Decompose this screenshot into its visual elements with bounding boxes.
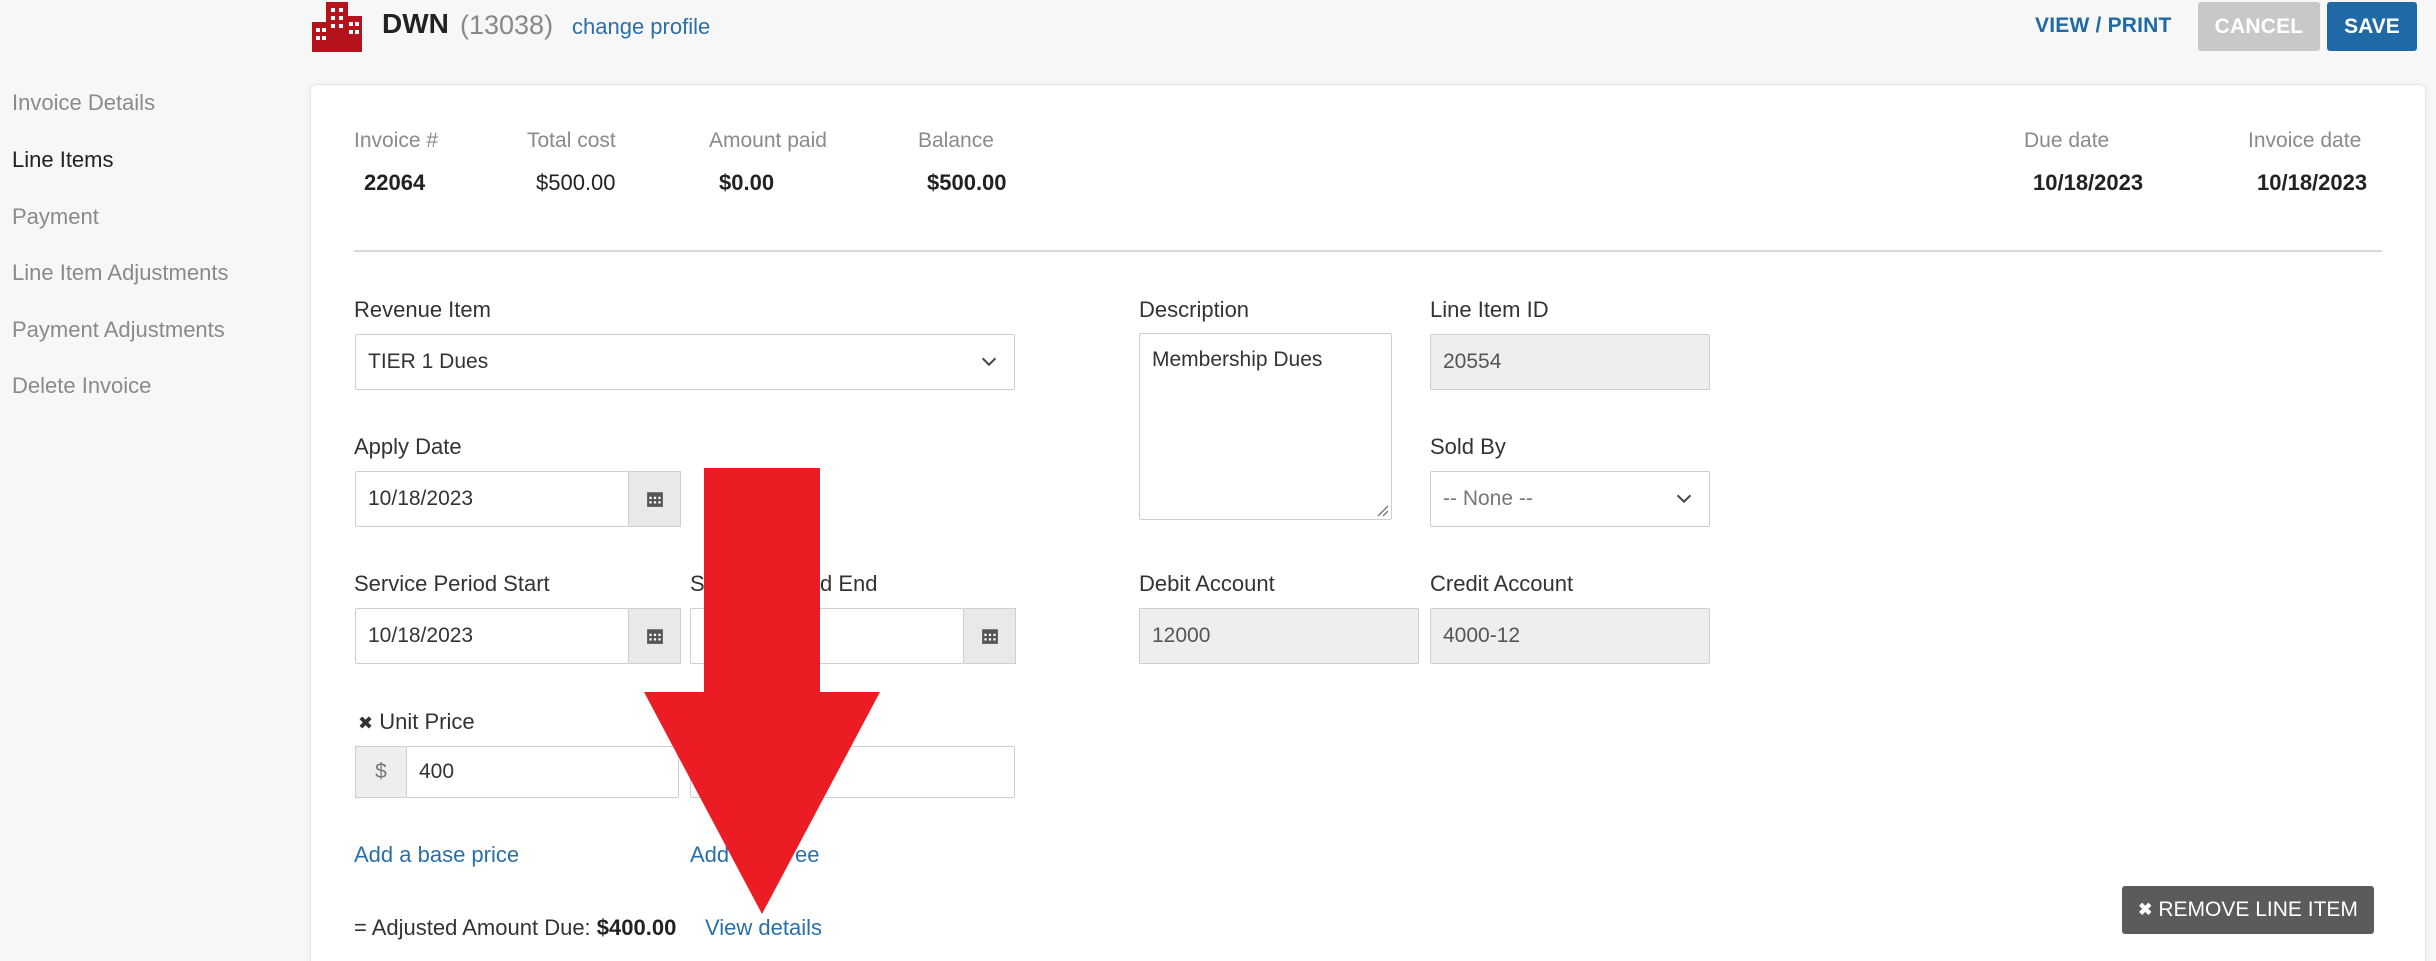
adjusted-amount-value: $400.00 (596, 915, 677, 940)
due-date-value: 10/18/2023 (2033, 170, 2144, 195)
description-label: Description (1139, 297, 1250, 322)
remove-line-item-label: REMOVE LINE ITEM (2158, 898, 2358, 921)
revenue-item-value: TIER 1 Dues (368, 350, 489, 373)
adjusted-amount-label: = Adjusted Amount Due: (354, 915, 591, 940)
invoice-number-value: 22064 (364, 170, 426, 195)
resize-handle-icon[interactable] (1375, 503, 1389, 517)
revenue-item-select[interactable]: TIER 1 Dues (355, 334, 1015, 390)
total-cost-label: Total cost (527, 129, 616, 152)
due-date-label: Due date (2024, 129, 2110, 152)
red-arrow-annotation (644, 468, 880, 914)
balance-label: Balance (918, 129, 994, 152)
sidebar-item-payment[interactable]: Payment (12, 204, 99, 230)
unit-price-label: ✖ Unit Price (358, 709, 475, 735)
sidebar-item-invoice-details[interactable]: Invoice Details (12, 90, 155, 116)
sold-by-select[interactable]: -- None -- (1430, 471, 1710, 527)
service-period-start-label: Service Period Start (354, 571, 550, 596)
unit-price-input[interactable]: 400 (406, 746, 679, 798)
debit-account-value: 12000 (1152, 624, 1211, 647)
change-profile-link[interactable]: change profile (572, 14, 710, 40)
sidebar-item-delete-invoice[interactable]: Delete Invoice (12, 373, 151, 399)
currency-addon: $ (355, 746, 406, 798)
sidebar-item-line-items[interactable]: Line Items (12, 147, 114, 173)
apply-date-label: Apply Date (354, 434, 462, 459)
add-base-price-link[interactable]: Add a base price (354, 842, 519, 868)
service-period-start-input[interactable]: 10/18/2023 (355, 608, 629, 664)
chevron-down-icon (1676, 494, 1692, 504)
invoice-number-label: Invoice # (354, 129, 439, 152)
invoice-date-value: 10/18/2023 (2257, 170, 2368, 195)
amount-paid-value: $0.00 (719, 170, 775, 195)
close-icon: ✖ (2138, 900, 2153, 919)
revenue-item-label: Revenue Item (354, 297, 491, 322)
sold-by-value: -- None -- (1443, 487, 1533, 510)
sidebar-item-payment-adjustments[interactable]: Payment Adjustments (12, 317, 225, 343)
adjusted-amount-due: = Adjusted Amount Due: $400.00 (354, 915, 676, 941)
view-details-link[interactable]: View details (705, 915, 822, 941)
invoice-date-label: Invoice date (2248, 129, 2362, 152)
debit-account-label: Debit Account (1139, 571, 1275, 596)
amount-paid-label: Amount paid (709, 129, 827, 152)
apply-date-input[interactable]: 10/18/2023 (355, 471, 629, 527)
credit-account-value: 4000-12 (1443, 624, 1521, 647)
sold-by-label: Sold By (1430, 434, 1506, 459)
credit-account-field: 4000-12 (1430, 608, 1710, 664)
remove-line-item-button[interactable]: ✖ REMOVE LINE ITEM (2122, 886, 2374, 934)
calendar-icon (981, 629, 998, 644)
summary-divider (354, 250, 2382, 252)
chevron-down-icon (981, 357, 997, 367)
unit-price-value: 400 (419, 760, 455, 783)
cancel-button[interactable]: CANCEL (2198, 2, 2320, 51)
description-textarea[interactable]: Membership Dues (1139, 333, 1392, 520)
line-item-id-field: 20554 (1430, 334, 1710, 390)
service-period-start-value: 10/18/2023 (368, 624, 474, 647)
debit-account-field: 12000 (1139, 608, 1419, 664)
profile-name: DWN (382, 8, 449, 39)
required-x-icon: ✖ (358, 713, 374, 733)
building-logo-icon (312, 2, 362, 52)
line-item-id-value: 20554 (1443, 350, 1502, 373)
unit-price-label-text: Unit Price (379, 709, 475, 734)
description-value: Membership Dues (1152, 348, 1323, 371)
sidebar-item-line-item-adjustments[interactable]: Line Item Adjustments (12, 260, 228, 286)
service-period-end-calendar-button[interactable] (964, 608, 1016, 664)
total-cost-value: $500.00 (536, 170, 616, 195)
profile-id: (13038) (460, 10, 554, 40)
view-print-link[interactable]: VIEW / PRINT (2035, 14, 2172, 38)
credit-account-label: Credit Account (1430, 571, 1574, 596)
balance-value: $500.00 (927, 170, 1007, 195)
save-button[interactable]: SAVE (2327, 2, 2417, 51)
apply-date-value: 10/18/2023 (368, 487, 474, 510)
line-item-id-label: Line Item ID (1430, 297, 1549, 322)
